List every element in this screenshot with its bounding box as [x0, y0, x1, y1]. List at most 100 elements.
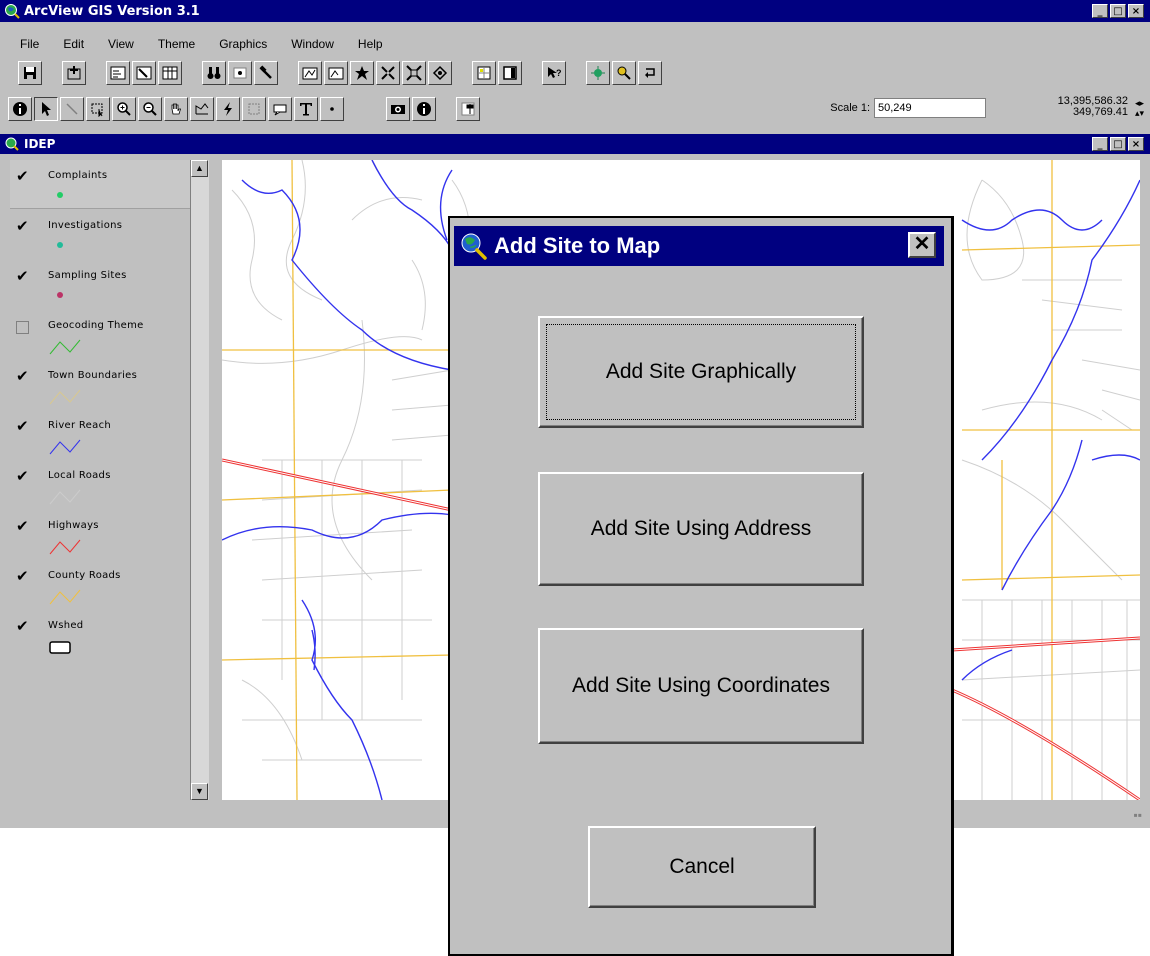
- teal-dot-symbol-icon: [57, 242, 63, 248]
- text-tool[interactable]: [294, 97, 318, 121]
- draw-point-tool[interactable]: [320, 97, 344, 121]
- menu-file[interactable]: File: [0, 37, 47, 51]
- save-project-button[interactable]: [18, 61, 42, 85]
- layer-name: Sampling Sites: [48, 270, 127, 281]
- menu-theme[interactable]: Theme: [142, 37, 203, 51]
- add-site-using-coordinates-button[interactable]: Add Site Using Coordinates: [538, 628, 864, 744]
- hotlink-tool[interactable]: [216, 97, 240, 121]
- add-theme-button[interactable]: [62, 61, 86, 85]
- zoom-out-fixed-button[interactable]: [402, 61, 426, 85]
- scroll-up-arrow-icon[interactable]: ▲: [191, 160, 208, 177]
- add-site-graphically-button[interactable]: Add Site Graphically: [538, 316, 864, 428]
- open-table-button[interactable]: [158, 61, 182, 85]
- layer-checkbox[interactable]: ✔: [16, 619, 32, 634]
- menu-graphics[interactable]: Graphics: [203, 37, 275, 51]
- measure-tool[interactable]: [190, 97, 214, 121]
- theme-properties-button[interactable]: [106, 61, 130, 85]
- zoom-in-icon: [117, 102, 131, 116]
- zoom-out-tool[interactable]: [138, 97, 162, 121]
- close-button[interactable]: ×: [1128, 4, 1144, 18]
- view-titlebar[interactable]: IDEP _ □ ×: [0, 134, 1150, 154]
- view-minimize-button[interactable]: _: [1092, 137, 1108, 151]
- label-callout-icon: [273, 104, 287, 116]
- menu-view[interactable]: View: [92, 37, 142, 51]
- camera-tool[interactable]: [386, 97, 410, 121]
- scale-input[interactable]: 50,249: [874, 98, 986, 118]
- globe-magnifier-icon: [461, 233, 487, 260]
- dialog-close-button[interactable]: ✕: [908, 232, 936, 258]
- find-button[interactable]: [202, 61, 226, 85]
- legend-item-sampling-sites[interactable]: ✔ Sampling Sites: [10, 260, 190, 308]
- zoom-to-active-themes-button[interactable]: [324, 61, 348, 85]
- query-builder-button[interactable]: [254, 61, 278, 85]
- zoom-to-full-extent-button[interactable]: [298, 61, 322, 85]
- resize-grip-icon[interactable]: ▪▪: [1133, 808, 1142, 822]
- cancel-button[interactable]: Cancel: [588, 826, 816, 908]
- vertex-edit-tool[interactable]: [60, 97, 84, 121]
- pan-tool[interactable]: [164, 97, 188, 121]
- layout-button[interactable]: [498, 61, 522, 85]
- menu-bar: File Edit View Theme Graphics Window Hel…: [0, 34, 1150, 54]
- edit-legend-button[interactable]: [132, 61, 156, 85]
- identify-tool[interactable]: [8, 97, 32, 121]
- add-site-using-address-button[interactable]: Add Site Using Address: [538, 472, 864, 586]
- layer-checkbox[interactable]: ✔: [16, 569, 32, 584]
- select-features-button[interactable]: [472, 61, 496, 85]
- app-titlebar[interactable]: ArcView GIS Version 3.1 _ □ ×: [0, 0, 1150, 22]
- hotlink-button[interactable]: [586, 61, 610, 85]
- flag-icon: [461, 102, 475, 116]
- dialog-titlebar[interactable]: Add Site to Map ✕: [454, 226, 944, 266]
- legend-item-wshed[interactable]: ✔ Wshed: [10, 610, 190, 658]
- pointer-tool[interactable]: [34, 97, 58, 121]
- menu-help[interactable]: Help: [342, 37, 391, 51]
- layer-checkbox[interactable]: ✔: [16, 269, 32, 284]
- legend-item-local-roads[interactable]: ✔ Local Roads: [10, 460, 190, 508]
- label-tool[interactable]: [268, 97, 292, 121]
- area-of-interest-tool[interactable]: [242, 97, 266, 121]
- view-maximize-button[interactable]: □: [1110, 137, 1126, 151]
- help-button[interactable]: ?: [542, 61, 566, 85]
- zoom-in-fixed-button[interactable]: [376, 61, 400, 85]
- legend-item-highways[interactable]: ✔ Highways: [10, 510, 190, 558]
- layer-checkbox[interactable]: ✔: [16, 469, 32, 484]
- toc-scrollbar[interactable]: ▲ ▼: [190, 160, 209, 800]
- layer-checkbox[interactable]: ✔: [16, 369, 32, 384]
- legend-item-investigations[interactable]: ✔ Investigations: [10, 210, 190, 258]
- legend-item-river-reach[interactable]: ✔ River Reach: [10, 410, 190, 458]
- menu-edit[interactable]: Edit: [47, 37, 92, 51]
- legend-item-town-boundaries[interactable]: ✔ Town Boundaries: [10, 360, 190, 408]
- layer-checkbox[interactable]: ✔: [16, 169, 32, 184]
- layer-checkbox[interactable]: ✔: [16, 219, 32, 234]
- flag-tool[interactable]: [456, 97, 480, 121]
- zoom-previous-button[interactable]: [428, 61, 452, 85]
- refresh-button[interactable]: [638, 61, 662, 85]
- layer-checkbox[interactable]: ✔: [16, 519, 32, 534]
- legend-item-county-roads[interactable]: ✔ County Roads: [10, 560, 190, 608]
- select-feature-icon: [91, 103, 103, 117]
- green-dot-symbol-icon: [57, 192, 63, 198]
- lightning-bolt-icon: [224, 102, 232, 116]
- select-feature-tool[interactable]: [86, 97, 110, 121]
- menu-window[interactable]: Window: [275, 37, 342, 51]
- zoom-to-selected-button[interactable]: [350, 61, 374, 85]
- zoom-in-tool[interactable]: [112, 97, 136, 121]
- locate-address-button[interactable]: [228, 61, 252, 85]
- site-search-button[interactable]: [612, 61, 636, 85]
- layer-checkbox[interactable]: [16, 321, 29, 334]
- view-close-button[interactable]: ×: [1128, 137, 1144, 151]
- scale-label: Scale 1:: [830, 102, 870, 114]
- minimize-button[interactable]: _: [1092, 4, 1108, 18]
- button-bar: ?: [0, 58, 1150, 88]
- site-info-tool[interactable]: [412, 97, 436, 121]
- table-icon: [162, 66, 178, 80]
- tan-line-symbol-icon: [49, 389, 81, 405]
- zoom-previous-icon: [432, 65, 448, 81]
- layer-checkbox[interactable]: ✔: [16, 419, 32, 434]
- layer-name: Complaints: [48, 170, 108, 181]
- scroll-down-arrow-icon[interactable]: ▼: [191, 783, 208, 800]
- legend-item-geocoding-theme[interactable]: Geocoding Theme: [10, 310, 190, 358]
- legend-item-complaints[interactable]: ✔ Complaints: [10, 160, 190, 209]
- legend-editor-icon: [136, 66, 152, 80]
- maximize-button[interactable]: □: [1110, 4, 1126, 18]
- add-theme-icon: [67, 66, 81, 80]
